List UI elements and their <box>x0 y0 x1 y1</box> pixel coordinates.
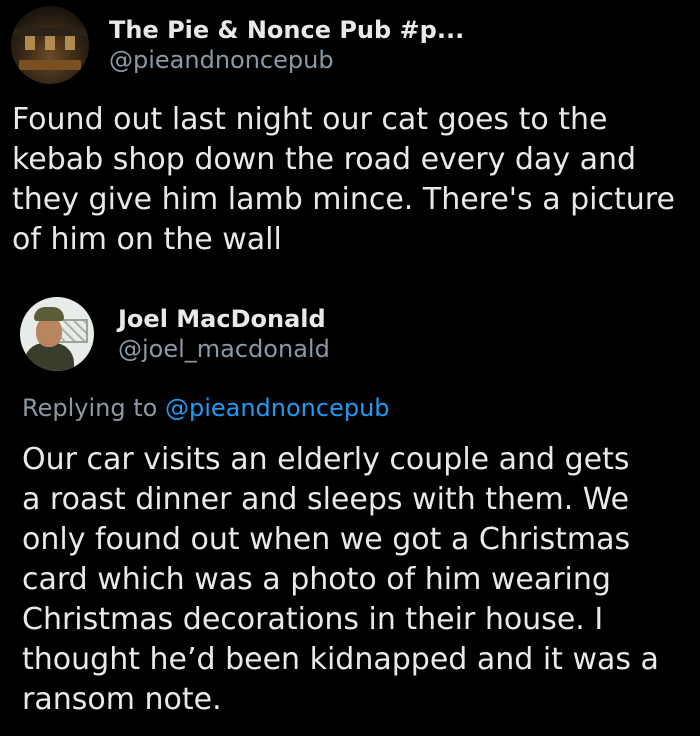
reply-handle[interactable]: @joel_macdonald <box>118 334 330 364</box>
avatar-shirt <box>24 343 74 371</box>
avatar-cap <box>34 307 64 321</box>
tweet-author-header: The Pie & Nonce Pub #p... @pieandnoncepu… <box>11 6 464 84</box>
avatar-bar <box>19 60 81 70</box>
reply-text: Our car visits an elderly couple and get… <box>22 440 692 720</box>
avatar-window <box>25 36 35 50</box>
avatar-window <box>45 36 55 50</box>
tweet-line: they give him lamb mince. There's a pict… <box>12 182 675 217</box>
reply-line: Our car visits an elderly couple and get… <box>22 442 630 477</box>
joel-avatar-icon[interactable] <box>20 297 94 371</box>
tweet-line: Found out last night our cat goes to the <box>12 102 608 137</box>
tweet-line: kebab shop down the road every day and <box>12 142 637 177</box>
tweet-line: of him on the wall <box>12 222 282 257</box>
tweet-text: Found out last night our cat goes to the… <box>12 100 692 260</box>
tweet-author-names: The Pie & Nonce Pub #p... @pieandnoncepu… <box>109 15 464 75</box>
avatar-window <box>65 36 75 50</box>
replying-to-line: Replying to @pieandnoncepub <box>22 392 390 424</box>
reply-line: ransom note. <box>22 682 222 717</box>
reply-line: thought he’d been kidnapped and it was a <box>22 642 659 677</box>
reply-display-name[interactable]: Joel MacDonald <box>118 304 330 334</box>
replying-to-label: Replying to <box>22 394 158 422</box>
tweet-handle[interactable]: @pieandnoncepub <box>109 45 464 75</box>
reply-line: a roast dinner and sleeps with them. We <box>22 482 630 517</box>
reply-author-names: Joel MacDonald @joel_macdonald <box>118 304 330 364</box>
replying-to-mention-link[interactable]: @pieandnoncepub <box>165 394 390 422</box>
avatar-face <box>36 317 62 347</box>
reply-line: Christmas decorations in their house. I <box>22 602 604 637</box>
avatar-beam <box>11 28 89 36</box>
tweet-display-name[interactable]: The Pie & Nonce Pub #p... <box>109 15 464 45</box>
pub-avatar-icon[interactable] <box>11 6 89 84</box>
reply-line: card which was a photo of him wearing <box>22 562 611 597</box>
reply-line: only found out when we got a Christmas <box>22 522 631 557</box>
reply-author-header: Joel MacDonald @joel_macdonald <box>20 297 330 371</box>
